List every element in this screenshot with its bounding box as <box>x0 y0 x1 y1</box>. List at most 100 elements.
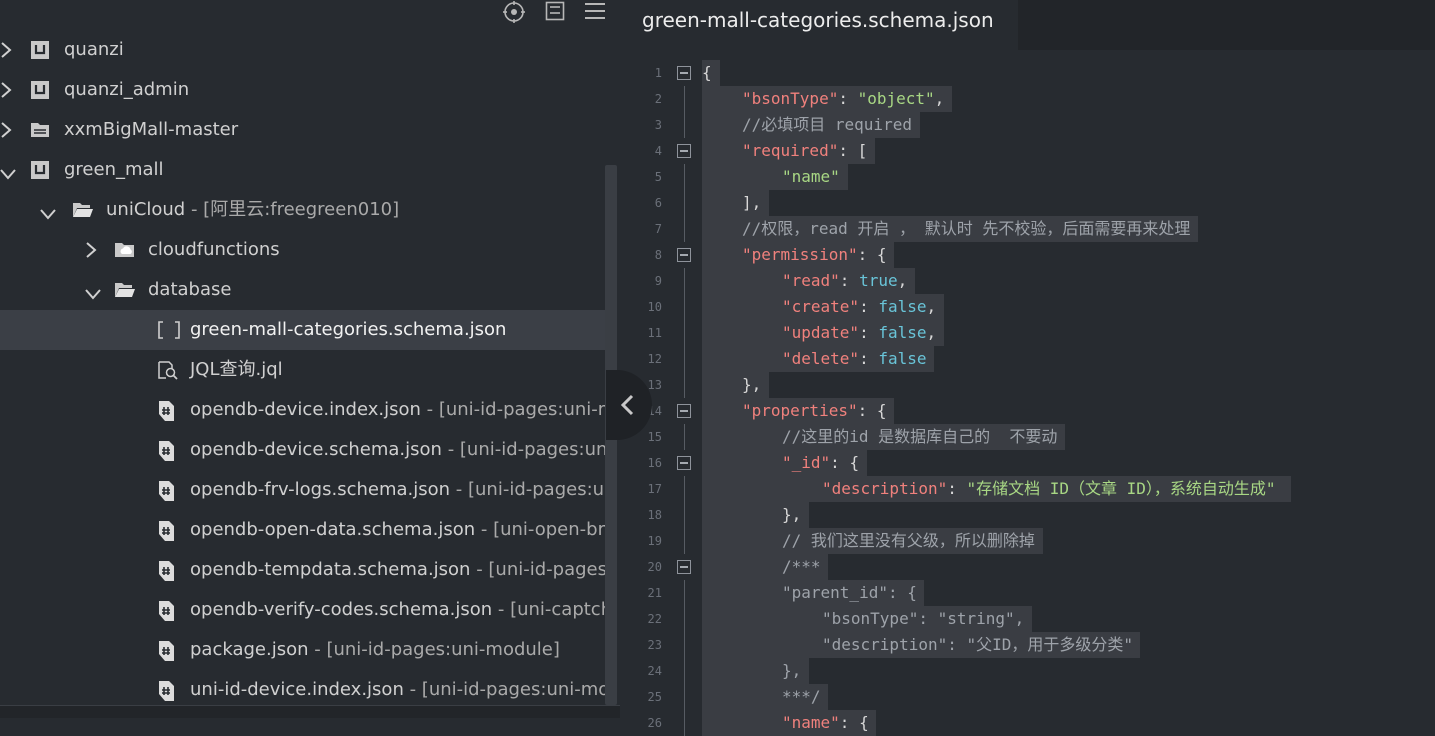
tree-item-name: opendb-verify-codes.schema.json <box>190 599 493 620</box>
tree-item[interactable]: uniCloud - [阿里云:freegreen010] <box>0 190 605 230</box>
code-token: "read" <box>782 271 840 290</box>
code-token: : <box>859 323 879 342</box>
project-icon <box>30 80 50 100</box>
code-token: , <box>897 271 908 290</box>
code-text: "read": true, <box>782 268 907 294</box>
fold-range-line <box>684 502 685 528</box>
code-token: "object" <box>857 89 935 108</box>
code-token: //这里的id 是数据库自己的 不要动 <box>782 427 1058 446</box>
tree-item[interactable]: database <box>0 270 605 310</box>
code-token: "bsonType" <box>742 89 839 108</box>
line-number: 26 <box>647 716 662 730</box>
fold-toggle-icon[interactable] <box>677 66 691 80</box>
code-token: /*** <box>782 557 821 576</box>
json-file-icon <box>157 640 177 661</box>
code-token: : <box>947 479 967 498</box>
cloud-folder-icon <box>114 240 134 260</box>
code-token: "parent_id": { <box>782 583 917 602</box>
chevron-right-icon[interactable] <box>0 82 14 98</box>
tree-item[interactable]: green-mall-categories.schema.json <box>0 310 605 350</box>
tree-item-label: uniCloud - [阿里云:freegreen010] <box>106 198 399 222</box>
fold-toggle-icon[interactable] <box>677 144 691 158</box>
fold-toggle-icon[interactable] <box>677 248 691 262</box>
tree-item[interactable]: opendb-verify-codes.schema.json - [uni-c… <box>0 590 605 630</box>
chevron-right-icon[interactable] <box>0 122 14 138</box>
fold-range-line <box>684 710 685 736</box>
fold-range-line <box>684 216 685 242</box>
fold-range-line <box>684 294 685 320</box>
fold-range-line <box>684 268 685 294</box>
fold-toggle-icon[interactable] <box>677 456 691 470</box>
code-text: "create": false, <box>782 294 936 320</box>
tree-item[interactable]: cloudfunctions <box>0 230 605 270</box>
tree-item-name: package.json <box>190 639 309 660</box>
project-icon <box>30 40 50 60</box>
code-token: : { <box>830 453 860 472</box>
fold-range-line <box>684 684 685 710</box>
tree-item-name: green_mall <box>64 159 164 180</box>
tree-item-name: opendb-open-data.schema.json <box>190 519 476 540</box>
code-token: ], <box>742 193 762 212</box>
code-token: "description": "父ID，用于多级分类" <box>822 635 1134 654</box>
code-line: 3 //必填项目 required <box>620 112 1435 138</box>
tree-item-name: opendb-device.schema.json <box>190 439 442 460</box>
chevron-down-icon[interactable] <box>0 164 16 180</box>
code-token: "name" <box>782 167 840 186</box>
line-number: 19 <box>647 534 662 548</box>
code-text: "bsonType": "string", <box>822 606 1024 632</box>
fold-toggle-icon[interactable] <box>677 560 691 574</box>
tree-item[interactable]: quanzi_admin <box>0 70 605 110</box>
tree-item-name: quanzi_admin <box>64 79 190 100</box>
code-text: //必填项目 required <box>742 112 912 138</box>
chevron-right-icon[interactable] <box>0 42 14 58</box>
chevron-left-icon <box>620 394 634 416</box>
jql-search-icon <box>157 360 178 380</box>
code-line: 24}, <box>620 658 1435 684</box>
code-line: 11 "update": false, <box>620 320 1435 346</box>
tree-item[interactable]: JQL查询.jql <box>0 350 605 390</box>
menu-icon[interactable] <box>585 1 605 21</box>
tree-item[interactable]: opendb-tempdata.schema.json - [uni-id-pa… <box>0 550 605 590</box>
chevron-right-icon[interactable] <box>85 242 99 258</box>
tree-item[interactable]: uni-id-device.index.json - [uni-id-pages… <box>0 670 605 710</box>
code-text: //这里的id 是数据库自己的 不要动 <box>782 424 1057 450</box>
code-text: "update": false, <box>782 320 936 346</box>
tree-item-name: uniCloud <box>106 199 186 220</box>
line-number: 21 <box>647 586 662 600</box>
tab-green-mall-categories-schema[interactable]: green-mall-categories.schema.json <box>620 0 1018 50</box>
chevron-down-icon[interactable] <box>85 284 101 300</box>
tree-item[interactable]: xxmBigMall-master <box>0 110 605 150</box>
code-line: 22 "bsonType": "string", <box>620 606 1435 632</box>
code-line: 12 "delete": false <box>620 346 1435 372</box>
tree-item[interactable]: green_mall <box>0 150 605 190</box>
tree-item-label: JQL查询.jql <box>190 358 283 382</box>
json-bracket-icon <box>157 320 180 340</box>
tree-item-label: xxmBigMall-master <box>64 118 238 142</box>
tree-item[interactable]: opendb-device.index.json - [uni-id-pages… <box>0 390 605 430</box>
project-explorer: quanzi quanzi_admin xxmBigMall-master green… <box>0 0 620 718</box>
tree-item-name: JQL查询.jql <box>190 359 283 380</box>
locate-icon[interactable] <box>503 1 525 23</box>
tree-item-description: - [uni-id-pages:uni- <box>441 439 605 460</box>
tree-item[interactable]: package.json - [uni-id-pages:uni-module] <box>0 630 605 670</box>
code-line: 14 "properties": { <box>620 398 1435 424</box>
code-text: "delete": false <box>782 346 927 372</box>
tree-item[interactable]: opendb-open-data.schema.json - [uni-open… <box>0 510 605 550</box>
json-file-icon <box>157 520 177 541</box>
code-editor: green-mall-categories.schema.json 1{2 "bs… <box>620 0 1435 736</box>
code-line: 9 "read": true, <box>620 268 1435 294</box>
tree-item[interactable]: opendb-device.schema.json - [uni-id-page… <box>0 430 605 470</box>
tree-item-description: - [uni-id-pages:uni-module] <box>308 639 560 660</box>
file-tree: quanzi quanzi_admin xxmBigMall-master green… <box>0 30 605 710</box>
collapse-all-icon[interactable] <box>545 1 565 21</box>
code-token: , <box>934 89 945 108</box>
code-area[interactable]: 1{2 "bsonType": "object", 3//必填项目 required… <box>620 60 1435 736</box>
tree-item-label: cloudfunctions <box>148 238 280 262</box>
tree-item[interactable]: opendb-frv-logs.schema.json - [uni-id-pa… <box>0 470 605 510</box>
tree-item[interactable]: quanzi <box>0 30 605 70</box>
fold-toggle-icon[interactable] <box>677 404 691 418</box>
line-number: 22 <box>647 612 662 626</box>
code-line: 21 "parent_id": { <box>620 580 1435 606</box>
chevron-down-icon[interactable] <box>40 204 56 220</box>
code-token: : <box>838 89 858 108</box>
